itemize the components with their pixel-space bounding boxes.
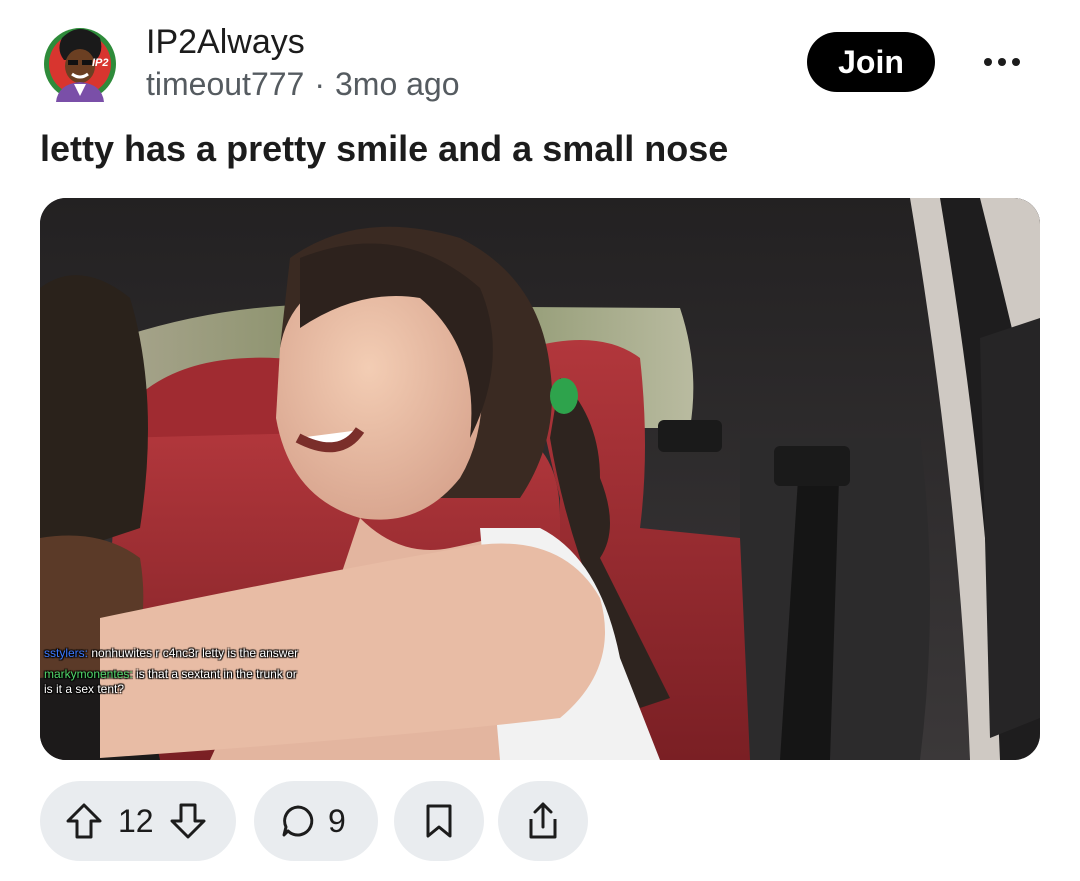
chat-username: sstylers:: [44, 646, 89, 660]
subreddit-avatar-icon[interactable]: IP2: [42, 22, 118, 102]
downvote-icon[interactable]: [168, 801, 208, 841]
author-name[interactable]: timeout777: [146, 66, 304, 102]
meta-separator: ·: [314, 66, 325, 102]
post-header: IP2 IP2Always timeout777 · 3mo ago Join: [0, 0, 1080, 120]
more-dot: [1012, 58, 1020, 66]
share-button[interactable]: [498, 781, 588, 861]
upvote-icon[interactable]: [64, 801, 104, 841]
bookmark-icon: [424, 803, 454, 839]
post-title[interactable]: letty has a pretty smile and a small nos…: [40, 126, 728, 172]
chat-message: markymonentes: is that a sextant in the …: [44, 667, 304, 697]
chat-text: nonhuwites r c4nc3r letty is the answer: [91, 646, 299, 660]
comment-icon: [280, 803, 316, 839]
post-actions: 12 9: [40, 781, 1040, 861]
save-button[interactable]: [394, 781, 484, 861]
more-options-icon[interactable]: [980, 42, 1024, 82]
subreddit-name[interactable]: IP2Always: [146, 22, 305, 62]
more-dot: [984, 58, 992, 66]
post-video[interactable]: sstylers: nonhuwites r c4nc3r letty is t…: [40, 198, 1040, 760]
share-icon: [525, 801, 561, 841]
chat-message: sstylers: nonhuwites r c4nc3r letty is t…: [44, 646, 304, 661]
join-button[interactable]: Join: [807, 32, 935, 92]
post-age: 3mo ago: [334, 66, 460, 102]
vote-control: 12: [40, 781, 236, 861]
post-meta: timeout777 · 3mo ago: [146, 64, 460, 104]
more-dot: [998, 58, 1006, 66]
comment-button[interactable]: 9: [254, 781, 378, 861]
chat-username: markymonentes:: [44, 667, 133, 681]
avatar-badge-text: IP2: [92, 57, 109, 69]
comment-count: 9: [328, 802, 346, 839]
vote-count: 12: [118, 802, 154, 839]
chat-overlay: sstylers: nonhuwites r c4nc3r letty is t…: [44, 646, 304, 703]
